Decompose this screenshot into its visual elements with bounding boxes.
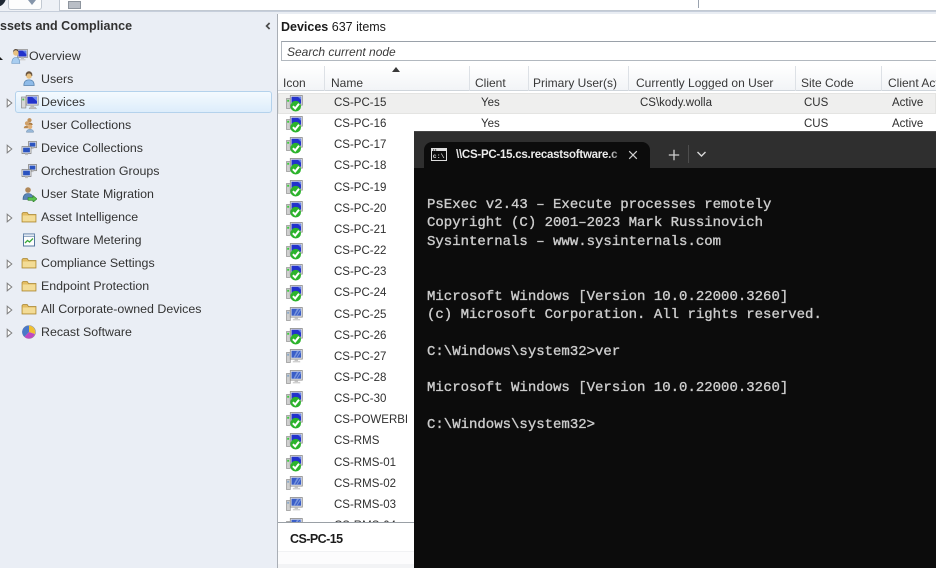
- svg-text:c:\: c:\: [433, 153, 445, 160]
